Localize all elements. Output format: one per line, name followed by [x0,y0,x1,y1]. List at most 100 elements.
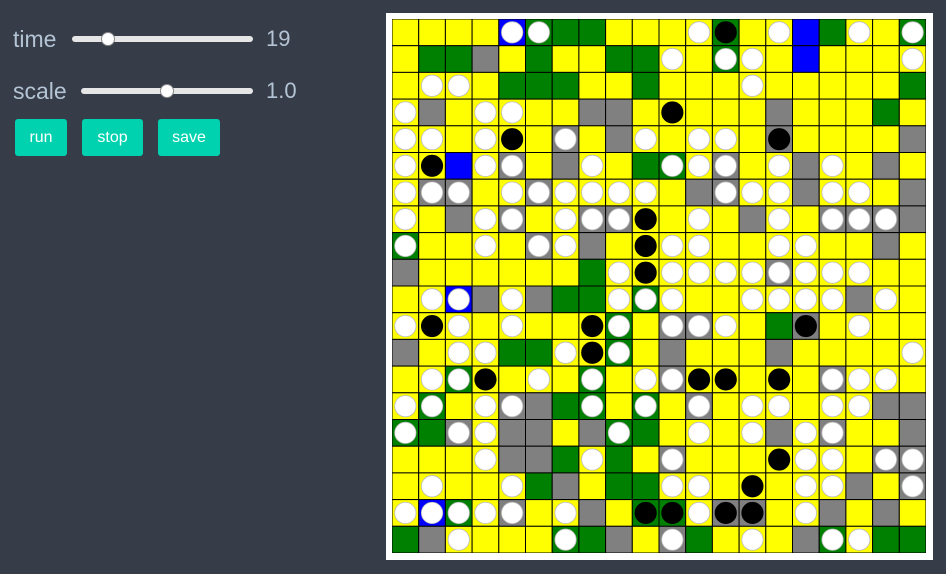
grid-cell[interactable] [845,445,874,474]
grid-cell[interactable] [845,338,874,367]
grid-cell[interactable] [792,98,820,127]
grid-cell[interactable] [605,98,633,127]
grid-cell[interactable] [525,205,553,234]
grid-cell[interactable] [551,472,580,501]
grid-cell[interactable] [498,258,527,287]
grid-cell[interactable] [578,45,607,73]
grid-cell[interactable] [418,232,446,260]
grid-cell[interactable] [498,232,527,260]
grid-cell[interactable] [578,525,607,553]
grid-cell[interactable] [392,19,420,47]
grid-cell[interactable] [525,472,553,501]
grid-cell[interactable] [738,338,767,367]
grid-cell[interactable] [818,338,847,367]
grid-cell[interactable] [872,178,900,207]
grid-cell[interactable] [605,19,633,47]
grid-cell[interactable] [898,98,926,127]
scale-slider-thumb[interactable] [160,84,174,98]
grid-cell[interactable] [498,419,527,447]
grid-cell[interactable] [898,285,926,314]
grid-cell[interactable] [444,392,473,420]
grid-cell[interactable] [471,178,500,207]
grid-cell[interactable] [898,365,926,394]
grid-cell[interactable] [525,152,553,180]
grid-cell[interactable] [792,338,820,367]
grid-cell[interactable] [605,71,633,100]
grid-cell[interactable] [418,445,446,474]
grid-cell[interactable] [765,71,793,100]
grid-cell[interactable] [898,71,926,100]
grid-cell[interactable] [525,499,553,527]
grid-cell[interactable] [658,125,687,154]
grid-cell[interactable] [685,71,713,100]
grid-cell[interactable] [872,125,900,154]
grid-cell[interactable] [578,472,607,501]
grid-cell[interactable] [845,71,874,100]
grid-cell[interactable] [525,445,553,474]
grid-cell[interactable] [845,152,874,180]
grid-cell[interactable] [471,71,500,100]
grid-cell[interactable] [818,125,847,154]
grid-cell[interactable] [392,365,420,394]
grid-cell[interactable] [711,232,740,260]
grid-cell[interactable] [738,365,767,394]
grid-cell[interactable] [498,71,527,100]
grid-cell[interactable] [658,338,687,367]
grid-cell[interactable] [392,472,420,501]
grid-cell[interactable] [872,152,900,180]
grid-cell[interactable] [738,232,767,260]
grid-cell[interactable] [525,419,553,447]
grid-cell[interactable] [444,152,473,180]
grid-cell[interactable] [392,525,420,553]
grid-cell[interactable] [498,338,527,367]
grid-cell[interactable] [898,499,926,527]
grid-cell[interactable] [471,258,500,287]
grid-cell[interactable] [845,98,874,127]
grid-cell[interactable] [631,338,660,367]
grid-cell[interactable] [658,19,687,47]
grid-cell[interactable] [845,499,874,527]
grid-cell[interactable] [872,338,900,367]
grid-cell[interactable] [525,525,553,553]
grid-cell[interactable] [658,205,687,234]
grid-cell[interactable] [711,392,740,420]
grid-cell[interactable] [818,499,847,527]
grid-cell[interactable] [551,19,580,47]
grid-cell[interactable] [551,445,580,474]
grid-cell[interactable] [498,365,527,394]
grid-cell[interactable] [525,338,553,367]
grid-cell[interactable] [525,71,553,100]
grid-cell[interactable] [711,98,740,127]
grid-cell[interactable] [551,71,580,100]
grid-cell[interactable] [525,285,553,314]
grid-cell[interactable] [765,98,793,127]
grid-cell[interactable] [551,419,580,447]
grid-cell[interactable] [685,285,713,314]
grid-cell[interactable] [711,338,740,367]
grid-cell[interactable] [418,419,446,447]
grid-cell[interactable] [444,205,473,234]
grid-cell[interactable] [872,499,900,527]
grid-cell[interactable] [711,419,740,447]
grid-cell[interactable] [578,258,607,287]
grid-cell[interactable] [685,178,713,207]
time-slider[interactable] [72,32,253,46]
grid-cell[interactable] [418,19,446,47]
grid-cell[interactable] [765,499,793,527]
grid-cell[interactable] [711,525,740,553]
grid-cell[interactable] [551,392,580,420]
grid-cell[interactable] [685,338,713,367]
grid-cell[interactable] [471,472,500,501]
grid-cell[interactable] [738,152,767,180]
grid-cell[interactable] [631,98,660,127]
grid-cell[interactable] [872,392,900,420]
grid-cell[interactable] [578,98,607,127]
scale-slider[interactable] [81,84,253,98]
grid-cell[interactable] [765,338,793,367]
grid-cell[interactable] [792,525,820,553]
grid-cell[interactable] [872,71,900,100]
grid-cell[interactable] [578,232,607,260]
grid-cell[interactable] [471,45,500,73]
grid-cell[interactable] [765,45,793,73]
grid-cell[interactable] [818,45,847,73]
